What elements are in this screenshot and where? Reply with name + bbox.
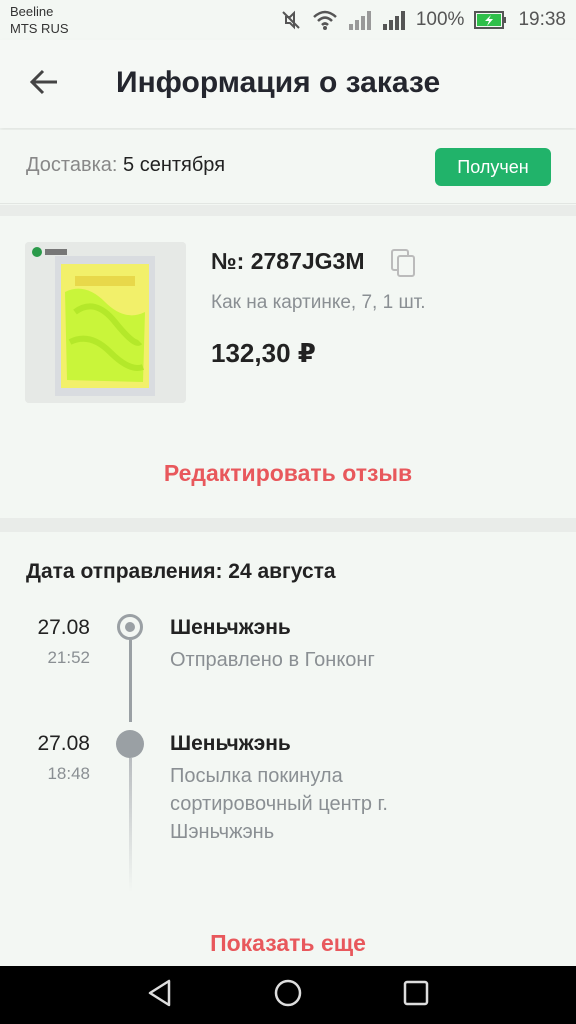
event-2-desc: Посылка покинула сортировочный центр г. … (170, 765, 388, 843)
product-card: №: 2787JG3M Как на картинке, 7, 1 шт. 13… (0, 216, 576, 518)
signal-icon-1 (348, 9, 372, 31)
circle-home-icon (273, 978, 303, 1013)
product-variant: Как на картинке, 7, 1 шт. (211, 292, 426, 313)
delivery-info: Доставка: 5 сентября (26, 154, 225, 177)
event-1-title: Шеньчжэнь (170, 616, 291, 639)
timeline-line-fade (129, 758, 132, 892)
tracking-section: Дата отправления: 24 августа 27.08 21:52… (0, 532, 576, 966)
timeline-line (129, 640, 132, 722)
page-title: Информация о заказе (116, 66, 441, 99)
event-1-date: 27.08 (37, 616, 90, 639)
timeline-dot (116, 730, 144, 758)
clock: 19:38 (518, 9, 566, 30)
delivery-label: Доставка: (26, 154, 118, 176)
status-bar: Beeline MTS RUS 100% 19:38 (0, 0, 576, 40)
back-button[interactable] (20, 62, 68, 106)
status-badge: Получен (435, 148, 551, 186)
order-number: №: 2787JG3M (211, 248, 365, 274)
event-2-time: 18:48 (47, 764, 90, 783)
signal-icon-2 (382, 9, 406, 31)
navigation-bar (0, 966, 576, 1024)
carrier-2: MTS RUS (10, 21, 69, 36)
product-price: 132,30 ₽ (211, 338, 316, 368)
arrow-left-icon (29, 69, 59, 100)
carrier-1: Beeline (10, 4, 54, 19)
battery-percent: 100% (415, 9, 465, 30)
mute-icon (280, 9, 302, 31)
nav-back-button[interactable] (140, 978, 180, 1012)
event-1-desc: Отправлено в Гонконг (170, 649, 375, 671)
product-image[interactable] (25, 242, 186, 403)
app-header: Информация о заказе (0, 40, 576, 128)
battery-charging-icon (474, 10, 508, 30)
copy-icon (390, 249, 418, 282)
wifi-icon (312, 9, 338, 31)
section-divider (0, 205, 576, 216)
ship-date: Дата отправления: 24 августа (26, 560, 336, 583)
event-2-title: Шеньчжэнь (170, 732, 291, 755)
show-more-link[interactable]: Показать еще (0, 930, 576, 957)
copy-button[interactable] (390, 248, 418, 278)
carrier-info: Beeline MTS RUS (10, 3, 69, 37)
event-1-time: 21:52 (47, 648, 90, 667)
section-divider-2 (0, 518, 576, 532)
nav-recents-button[interactable] (396, 978, 436, 1012)
nav-home-button[interactable] (268, 978, 308, 1012)
event-2-date: 27.08 (37, 732, 90, 755)
triangle-back-icon (145, 978, 175, 1013)
square-recents-icon (401, 978, 431, 1013)
edit-review-link[interactable]: Редактировать отзыв (0, 460, 576, 487)
timeline-current-dot (117, 614, 143, 640)
delivery-date: 5 сентября (123, 154, 226, 176)
